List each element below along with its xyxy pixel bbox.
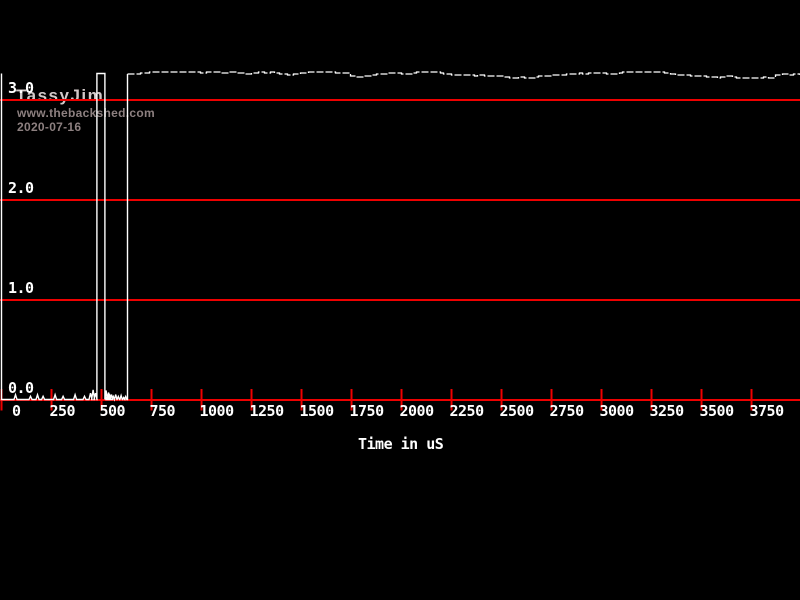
x-tick-label: 2750 — [550, 404, 584, 419]
x-tick-label: 0 — [12, 404, 21, 419]
x-tick-label: 3750 — [750, 404, 784, 419]
x-tick-label: 1000 — [200, 404, 234, 419]
waveform-plot — [0, 0, 800, 600]
trace-main — [2, 74, 128, 400]
y-tick-label: 1.0 — [8, 281, 34, 296]
oscilloscope-screenshot: TassyJim www.thebackshed.com 2020-07-16 … — [0, 0, 800, 600]
x-tick-label: 750 — [150, 404, 176, 419]
y-tick-label: 3.0 — [8, 81, 34, 96]
x-tick-label: 3500 — [700, 404, 734, 419]
x-tick-label: 1250 — [250, 404, 284, 419]
x-axis-title: Time in uS — [358, 437, 443, 452]
trace-high-section — [128, 72, 800, 78]
x-tick-label: 2500 — [500, 404, 534, 419]
x-tick-label: 3250 — [650, 404, 684, 419]
y-tick-label: 2.0 — [8, 181, 34, 196]
x-tick-label: 3000 — [600, 404, 634, 419]
x-tick-label: 1750 — [350, 404, 384, 419]
x-tick-label: 1500 — [300, 404, 334, 419]
y-tick-label: 0.0 — [8, 381, 34, 396]
x-tick-label: 2000 — [400, 404, 434, 419]
x-tick-label: 500 — [100, 404, 126, 419]
x-tick-label: 2250 — [450, 404, 484, 419]
x-tick-label: 250 — [50, 404, 76, 419]
